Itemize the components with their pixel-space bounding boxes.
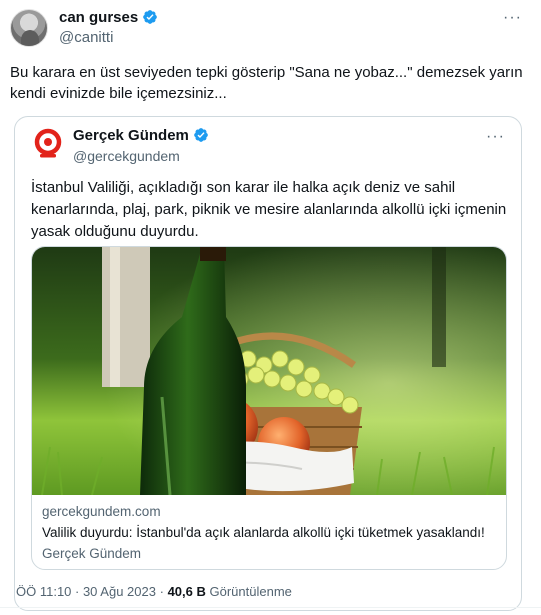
- verified-badge-icon: [193, 127, 209, 143]
- verified-badge-icon: [142, 9, 158, 25]
- link-card-meta: gercekgundem.com Valilik duyurdu: İstanb…: [42, 504, 496, 565]
- author-block: can gurses @canitti: [59, 7, 158, 46]
- link-card[interactable]: gercekgundem.com Valilik duyurdu: İstanb…: [31, 246, 507, 570]
- tweet-header: can gurses @canitti ···: [10, 7, 531, 49]
- more-horizontal-icon[interactable]: ···: [486, 128, 505, 146]
- quoted-tweet[interactable]: Gerçek Gündem @gercekgundem ··· İstanbul…: [14, 116, 522, 611]
- quoted-author-handle[interactable]: @gercekgundem: [73, 148, 209, 164]
- author-display-name[interactable]: can gurses: [59, 9, 138, 26]
- divider: [0, 607, 541, 608]
- author-handle[interactable]: @canitti: [59, 29, 158, 46]
- quoted-author-block: Gerçek Gündem @gercekgundem: [73, 125, 209, 164]
- quoted-tweet-header: Gerçek Gündem @gercekgundem ···: [31, 125, 505, 167]
- footer-separator: ·: [159, 584, 164, 599]
- link-card-image[interactable]: [32, 247, 506, 496]
- tweet-timestamp[interactable]: ÖÖ 11:10 · 30 Ağu 2023: [16, 584, 156, 599]
- link-card-source: Gerçek Gündem: [42, 546, 142, 561]
- author-name-row: can gurses: [59, 7, 158, 27]
- gercek-gundem-logo: [31, 127, 65, 161]
- link-card-title[interactable]: Valilik duyurdu: İstanbul'da açık alanla…: [42, 525, 496, 544]
- quoted-tweet-text: İstanbul Valiliği, açıkladığı son karar …: [31, 179, 507, 240]
- tweet: can gurses @canitti ··· Bu karara en üst…: [0, 0, 541, 615]
- views-count: 40,6 B: [167, 584, 206, 599]
- tweet-footer: ÖÖ 11:10 · 30 Ağu 2023 · 40,6 B Görüntül…: [16, 584, 292, 599]
- link-card-domain[interactable]: gercekgundem.com: [42, 504, 496, 523]
- avatar[interactable]: [10, 9, 48, 47]
- quoted-author-display-name[interactable]: Gerçek Gündem: [73, 127, 189, 144]
- quoted-author-name-row: Gerçek Gündem: [73, 125, 209, 145]
- more-horizontal-icon[interactable]: ···: [503, 10, 521, 29]
- views-label: Görüntülenme: [209, 584, 292, 599]
- tweet-text: Bu karara en üst seviyeden tepki gösteri…: [10, 64, 523, 102]
